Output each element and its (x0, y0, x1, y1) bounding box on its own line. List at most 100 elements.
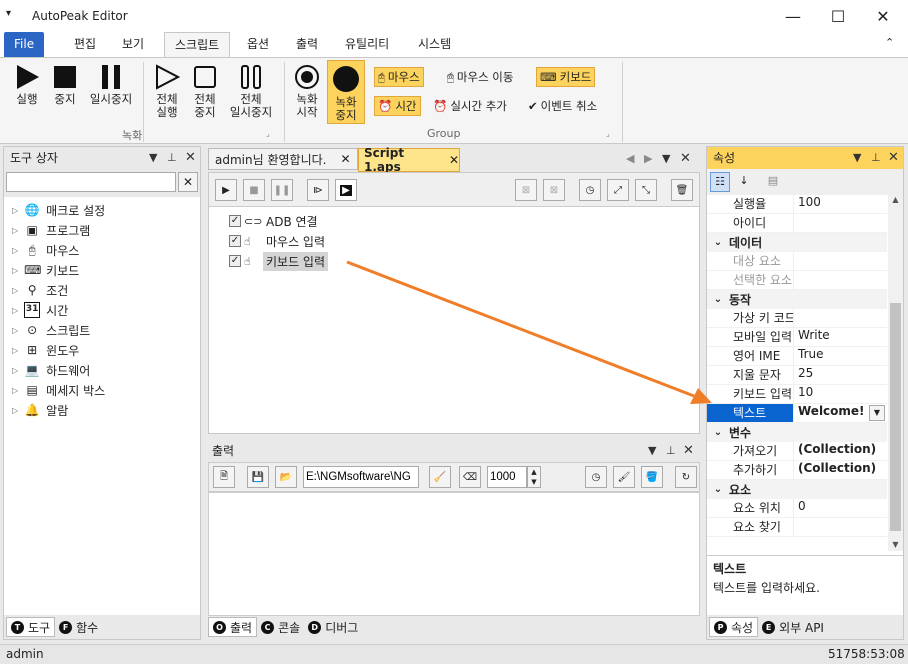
chevron-down-icon[interactable]: ⌄ (707, 484, 729, 495)
expand-arrow-icon[interactable]: ▷ (12, 386, 18, 395)
script-item[interactable]: ✓ ⊂⊃ ADB 연결 (229, 211, 328, 231)
property-row[interactable]: 지울 문자 25 (707, 366, 887, 385)
scroll-left-icon[interactable]: ◀ (626, 152, 634, 165)
document-close-icon[interactable]: ✕ (680, 151, 691, 166)
tab-debug[interactable]: D 디버그 (304, 617, 362, 637)
property-value[interactable]: True (793, 347, 887, 365)
categorized-view-icon[interactable]: ☷ (710, 172, 730, 192)
property-category[interactable]: ⌄ 데이터 (707, 233, 887, 252)
sort-alphabetical-icon[interactable]: ↓ (734, 172, 754, 192)
expand-arrow-icon[interactable]: ▷ (12, 326, 18, 335)
tab-edit[interactable]: 편집 (64, 32, 106, 57)
script-item[interactable]: ✓ ☝ 마우스 입력 (229, 231, 328, 251)
chevron-down-icon[interactable]: ⌄ (707, 427, 729, 438)
tab-system[interactable]: 시스템 (408, 32, 461, 57)
tab-external-api[interactable]: E 외부 API (758, 617, 828, 637)
pin-icon[interactable]: ⊥ (666, 440, 676, 462)
clear-search-button[interactable]: ✕ (178, 172, 198, 192)
property-category[interactable]: ⌄ 요소 (707, 480, 887, 499)
pane-close-icon[interactable]: ✕ (683, 440, 694, 462)
pause-all-button[interactable]: 전체 일시중지 (224, 64, 278, 119)
expand-arrow-icon[interactable]: ▷ (12, 226, 18, 235)
property-category[interactable]: ⌄ 동작 (707, 290, 887, 309)
pane-dropdown-icon[interactable]: ▼ (648, 440, 656, 462)
toolbox-item[interactable]: ▷ ⊙ 스크립트 (4, 320, 200, 340)
open-folder-button[interactable]: 📂 (275, 466, 297, 488)
tab-close-icon[interactable]: ✕ (340, 152, 350, 166)
property-value[interactable]: (Collection) (793, 442, 887, 460)
dialog-launcher-icon[interactable]: ⌟ (606, 129, 610, 138)
property-row[interactable]: 요소 위치 0 (707, 499, 887, 518)
timestamp-button[interactable]: ◷ (585, 466, 607, 488)
tab-script[interactable]: 스크립트 (164, 32, 231, 57)
property-row[interactable]: 모바일 입력 Write (707, 328, 887, 347)
script-run-button[interactable]: ▶ (215, 179, 237, 201)
time-option-toggle[interactable]: ⏰ 시간 (374, 96, 421, 116)
collapse-ribbon-icon[interactable]: ⌃ (885, 36, 894, 49)
pane-close-icon[interactable]: ✕ (888, 147, 899, 169)
chevron-down-icon[interactable]: ⌄ (707, 237, 729, 248)
tab-list-icon[interactable]: ▼ (662, 152, 670, 165)
property-row[interactable]: 선택한 요소 (707, 271, 887, 290)
mouse-move-option[interactable]: 🖱 마우스 이동 (444, 67, 516, 87)
script-item[interactable]: ✓ ☝ 키보드 입력 (229, 251, 329, 271)
property-row[interactable]: 요소 찾기 (707, 518, 887, 537)
tab-options[interactable]: 옵션 (237, 32, 279, 57)
expand-arrow-icon[interactable]: ▷ (12, 346, 18, 355)
timer-button[interactable]: ◷ (579, 179, 601, 201)
color-pen-button[interactable]: 🖌 (613, 466, 635, 488)
clear-button[interactable]: 🗑 (671, 179, 693, 201)
tab-console[interactable]: C 콘솔 (257, 617, 304, 637)
fill-button[interactable]: 🪣 (641, 466, 663, 488)
property-value[interactable]: 10 (793, 385, 887, 403)
expand-button[interactable]: ⤢ (607, 179, 629, 201)
property-value[interactable]: (Collection) (793, 461, 887, 479)
dialog-launcher-icon[interactable]: ⌟ (266, 129, 270, 138)
realtime-add-option[interactable]: ⏰ 실시간 추가 (430, 96, 510, 116)
script-item-checkbox[interactable]: ✓ (229, 255, 241, 267)
expand-arrow-icon[interactable]: ▷ (12, 266, 18, 275)
tab-utility[interactable]: 유틸리티 (335, 32, 399, 57)
script-item-checkbox[interactable]: ✓ (229, 215, 241, 227)
tab-output[interactable]: 출력 (286, 32, 328, 57)
refresh-button[interactable]: ↻ (675, 466, 697, 488)
property-value[interactable]: 0 (793, 499, 887, 517)
tab-close-icon[interactable]: ✕ (449, 153, 459, 167)
toolbox-search-input[interactable] (6, 172, 176, 192)
tab-functions[interactable]: F 함수 (55, 617, 102, 637)
property-category[interactable]: ⌄ 변수 (707, 423, 887, 442)
expand-arrow-icon[interactable]: ▷ (12, 206, 18, 215)
toolbox-item[interactable]: ▷ 💻 하드웨어 (4, 360, 200, 380)
property-row[interactable]: 추가하기 (Collection) (707, 461, 887, 480)
script-stop-button[interactable]: ■ (243, 179, 265, 201)
property-row[interactable]: 가상 키 코드 (707, 309, 887, 328)
expand-arrow-icon[interactable]: ▷ (12, 246, 18, 255)
property-row[interactable]: 가져오기 (Collection) (707, 442, 887, 461)
output-log-area[interactable] (208, 492, 700, 616)
scroll-right-icon[interactable]: ▶ (644, 152, 652, 165)
scroll-down-icon[interactable]: ▼ (888, 540, 903, 549)
maximize-icon[interactable]: ☐ (815, 0, 861, 32)
chevron-down-icon[interactable]: ⌄ (707, 294, 729, 305)
property-row[interactable]: 키보드 입력 10 (707, 385, 887, 404)
tab-properties[interactable]: P 속성 (709, 617, 759, 637)
property-value[interactable] (793, 518, 887, 536)
property-value[interactable]: Write (793, 328, 887, 346)
dropdown-icon[interactable]: ▼ (869, 405, 885, 421)
tab-file[interactable]: File (4, 32, 45, 57)
script-run-to-button[interactable]: ▶ (335, 179, 357, 201)
property-row[interactable]: 대상 요소 (707, 252, 887, 271)
stop-button[interactable]: 중지 (46, 64, 84, 106)
toolbox-item[interactable]: ▷ ▤ 메세지 박스 (4, 380, 200, 400)
disable-item-button[interactable]: ⊠ (515, 179, 537, 201)
expand-arrow-icon[interactable]: ▷ (12, 286, 18, 295)
tab-view[interactable]: 보기 (112, 32, 154, 57)
toolbox-item[interactable]: ▷ ⚲ 조건 (4, 280, 200, 300)
tab-output-log[interactable]: O 출력 (208, 617, 258, 637)
record-stop-button[interactable]: 녹화 중지 (327, 60, 365, 124)
log-path-input[interactable] (303, 466, 419, 488)
keyboard-option-toggle[interactable]: ⌨ 키보드 (536, 67, 596, 87)
erase-button[interactable]: ⌫ (459, 466, 481, 488)
pin-icon[interactable]: ⊥ (167, 147, 177, 169)
event-cancel-option[interactable]: ✔ 이벤트 취소 (525, 96, 600, 116)
